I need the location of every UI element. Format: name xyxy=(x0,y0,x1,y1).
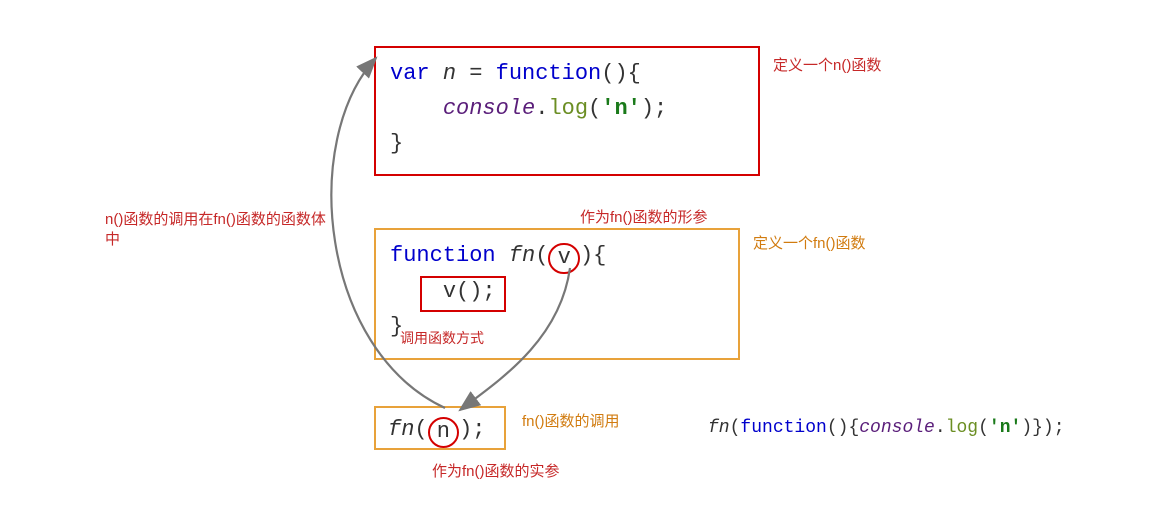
inline-equivalent-code: fn(function(){console.log('n')}); xyxy=(708,418,1065,438)
annotation-fn-invoke: fn()函数的调用 xyxy=(522,412,620,432)
arg-n-circle: n xyxy=(428,417,460,449)
open-paren-3: ( xyxy=(414,417,427,442)
annotation-define-fn: 定义一个fn()函数 xyxy=(753,234,866,254)
param-v-circle: v xyxy=(548,243,580,275)
annotation-fn-param: 作为fn()函数的形参 xyxy=(580,208,708,228)
var-n: n xyxy=(443,61,456,86)
fn-call-name: fn xyxy=(388,417,414,442)
code-text-fn-call: fn( n); xyxy=(376,408,504,452)
inline-console: console xyxy=(859,418,935,438)
keyword-function-2: function xyxy=(390,243,496,268)
annotation-call-fn-way: 调用函数方式 xyxy=(400,329,484,348)
inline-end: ); xyxy=(1043,418,1065,438)
inline-fn: fn xyxy=(708,418,730,438)
paren-brace: (){ xyxy=(601,61,641,86)
fn-name: fn xyxy=(509,243,535,268)
param-v: v xyxy=(558,245,571,270)
annotation-n-call-in-fn: n()函数的调用在fn()函数的函数体中 xyxy=(105,210,335,251)
string-n: 'n' xyxy=(601,96,641,121)
code-text-n-def: var n = function(){ console.log('n'); } xyxy=(376,48,758,170)
inline-dot: . xyxy=(935,418,946,438)
arg-n: n xyxy=(437,419,450,444)
code-block-n-def: var n = function(){ console.log('n'); } xyxy=(374,46,760,176)
after-param: ){ xyxy=(580,243,606,268)
inline-open: ( xyxy=(730,418,741,438)
close-3: ); xyxy=(459,417,485,442)
v-call-highlight xyxy=(420,276,506,312)
inline-str-open: ( xyxy=(978,418,989,438)
annotation-define-n: 定义一个n()函数 xyxy=(773,56,881,76)
inline-log: log xyxy=(946,418,978,438)
console-obj: console xyxy=(443,96,535,121)
inline-after-fn: (){ xyxy=(827,418,859,438)
eq-sign: = xyxy=(456,61,496,86)
log-method: log xyxy=(548,96,588,121)
dot: . xyxy=(535,96,548,121)
diagram-stage: var n = function(){ console.log('n'); } … xyxy=(0,0,1169,513)
open-paren: ( xyxy=(588,96,601,121)
annotation-fn-arg: 作为fn()函数的实参 xyxy=(432,462,560,482)
open-paren-2: ( xyxy=(535,243,548,268)
inline-str: 'n' xyxy=(989,418,1021,438)
keyword-var: var xyxy=(390,61,430,86)
indent xyxy=(390,96,443,121)
inline-str-close: )} xyxy=(1021,418,1043,438)
close-stmt: ); xyxy=(641,96,667,121)
code-block-fn-call: fn( n); xyxy=(374,406,506,450)
keyword-function: function xyxy=(496,61,602,86)
inline-kw-function: function xyxy=(740,418,826,438)
close-brace: } xyxy=(390,131,403,156)
